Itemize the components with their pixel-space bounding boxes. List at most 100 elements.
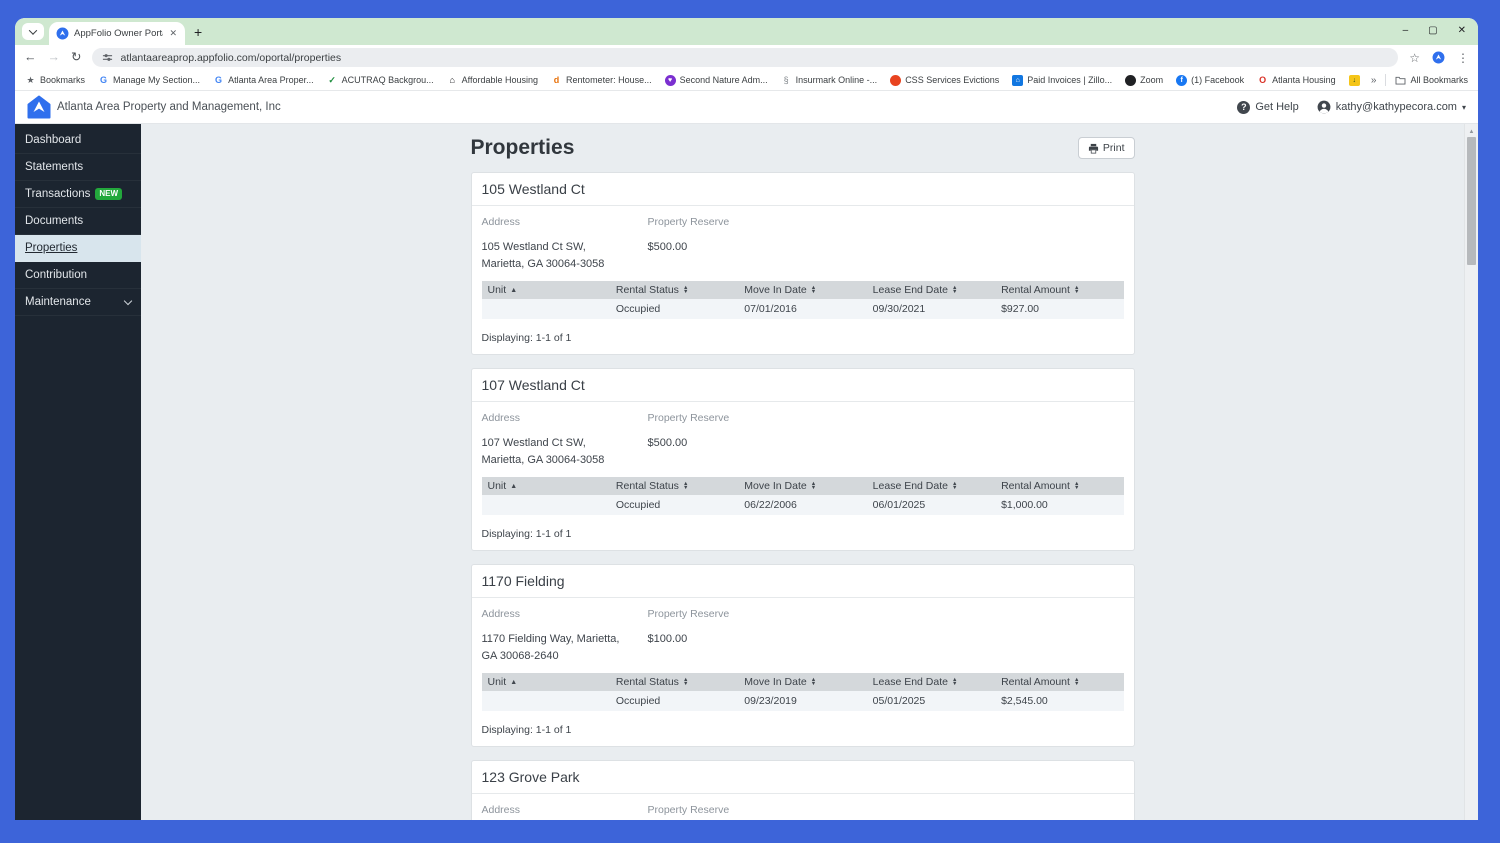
column-header-label: Unit	[487, 284, 507, 297]
minimize-button[interactable]: –	[1403, 25, 1409, 37]
column-header-lease-end-date[interactable]: Lease End Date ▲ ▼	[866, 477, 996, 496]
column-header-move-in-date[interactable]: Move In Date ▲ ▼	[738, 673, 867, 692]
column-header-unit[interactable]: Unit ▲	[481, 477, 610, 496]
close-button[interactable]: ✕	[1458, 25, 1466, 37]
bookmark-zoom[interactable]: Zoom	[1125, 74, 1163, 86]
printer-icon	[1088, 143, 1098, 153]
reload-button[interactable]: ↻	[71, 51, 81, 64]
scrollbar-up-arrow[interactable]: ▲	[1469, 124, 1475, 137]
column-header-rental-status[interactable]: Rental Status ▲ ▼	[609, 673, 739, 692]
site-settings-icon[interactable]	[102, 52, 113, 63]
column-header-label: Unit	[487, 676, 507, 689]
column-header-rental-amount[interactable]: Rental Amount ▲ ▼	[995, 673, 1124, 692]
header-actions: ? Get Help kathy@kathypecora.com ▾	[1237, 100, 1466, 114]
page-content: Properties Print 105 Westland Ct Address 1…	[141, 124, 1464, 820]
docusign-login-favicon: ↓	[1348, 74, 1360, 86]
appfolio-logo	[27, 95, 51, 119]
column-header-inner: Rental Status ▲ ▼	[616, 676, 732, 688]
tab-close-icon[interactable]: ✕	[168, 28, 178, 39]
column-header-rental-amount[interactable]: Rental Amount ▲ ▼	[995, 281, 1124, 300]
new-tab-button[interactable]: +	[194, 25, 202, 39]
bookmark-bookmarks[interactable]: ★ Bookmarks	[25, 75, 85, 86]
new-badge: NEW	[95, 188, 123, 200]
page-scrollbar[interactable]: ▲	[1464, 124, 1478, 820]
scrollbar-thumb[interactable]	[1467, 137, 1476, 265]
bookmark-docusign-login[interactable]: ↓DocuSign Login - E...	[1348, 74, 1363, 86]
column-header-unit[interactable]: Unit ▲	[481, 673, 610, 692]
bookmark-atlanta-housing[interactable]: O Atlanta Housing	[1257, 75, 1336, 86]
address-label: Address	[481, 608, 521, 621]
forward-button[interactable]: →	[48, 51, 61, 64]
user-menu[interactable]: kathy@kathypecora.com ▾	[1317, 100, 1466, 114]
rental-amount-cell: $1,000.00	[995, 495, 1124, 516]
column-header-inner: Unit ▲	[488, 676, 604, 688]
property-name: 123 Grove Park	[471, 761, 1134, 795]
bookmark-acutraq-background[interactable]: ✓ ACUTRAQ Backgrou...	[327, 75, 433, 86]
bookmark-rentometer[interactable]: d Rentometer: House...	[551, 75, 652, 86]
restore-button[interactable]: ▢	[1428, 25, 1437, 37]
print-label: Print	[1102, 142, 1125, 154]
browser-menu-icon[interactable]: ⋮	[1457, 51, 1469, 65]
paid-invoices-zillow-favicon: ⌂	[1012, 74, 1024, 86]
address-block: Address 105 Westland Ct SW, Marietta, GA …	[482, 216, 648, 273]
column-header-inner: Rental Amount ▲ ▼	[1001, 284, 1117, 296]
sort-down-glyph: ▼	[1073, 485, 1080, 492]
units-table: Unit ▲ Rental Status ▲ ▼ Move In Date ▲ ▼ Lease …	[481, 673, 1124, 712]
sort-down-glyph: ▼	[682, 289, 689, 296]
column-header-move-in-date[interactable]: Move In Date ▲ ▼	[738, 477, 867, 496]
get-help-label: Get Help	[1255, 101, 1299, 113]
sidebar-item-properties[interactable]: Properties	[15, 235, 141, 262]
column-header-rental-status[interactable]: Rental Status ▲ ▼	[609, 281, 739, 300]
sidebar-item-label: Transactions	[25, 188, 91, 200]
sidebar-item-documents[interactable]: Documents	[15, 208, 141, 235]
back-button[interactable]: ←	[24, 51, 37, 64]
property-card-body: Address123 Grove Park Ave, Dallas, GA 30…	[472, 794, 1134, 820]
all-bookmarks[interactable]: All Bookmarks	[1395, 75, 1468, 85]
sort-down-glyph: ▼	[951, 485, 958, 492]
rental-status-cell: Occupied	[609, 691, 739, 712]
unit-row: Occupied 06/22/2006 06/01/2025 $1,000.00	[481, 495, 1124, 516]
address-block: Address123 Grove Park Ave, Dallas, GA 30…	[482, 804, 648, 820]
browser-tab[interactable]: AppFolio Owner Portal | Proper ✕	[49, 22, 185, 45]
profile-avatar[interactable]	[1432, 51, 1445, 64]
tab-search-button[interactable]	[22, 23, 44, 40]
sort-icon: ▲ ▼	[811, 677, 816, 687]
bookmark-manage-my-section[interactable]: G Manage My Section...	[98, 75, 200, 86]
bookmarks-overflow-icon[interactable]: »	[1371, 75, 1377, 86]
tab-strip: AppFolio Owner Portal | Proper ✕ + – ▢ ✕	[15, 18, 1478, 45]
sidebar-item-contribution[interactable]: Contribution	[15, 262, 141, 289]
page-title: Properties	[470, 136, 575, 159]
column-header-inner: Move In Date ▲ ▼	[744, 480, 860, 492]
bookmark-paid-invoices-zillow[interactable]: ⌂ Paid Invoices | Zillo...	[1012, 74, 1112, 86]
column-header-inner: Move In Date ▲ ▼	[744, 676, 860, 688]
sidebar-item-statements[interactable]: Statements	[15, 154, 141, 181]
column-header-lease-end-date[interactable]: Lease End Date ▲ ▼	[866, 673, 996, 692]
bookmark-second-nature[interactable]: ♥ Second Nature Adm...	[664, 74, 768, 86]
address-bar[interactable]: atlantaareaprop.appfolio.com/oportal/pro…	[92, 48, 1399, 67]
column-header-unit[interactable]: Unit ▲	[481, 281, 610, 300]
property-card: 1170 Fielding Address 1170 Fielding Way, M…	[470, 564, 1135, 748]
column-header-inner: Rental Status ▲ ▼	[616, 284, 732, 296]
lease-end-date-cell: 05/01/2025	[866, 691, 996, 712]
sidebar-item-transactions[interactable]: Transactions NEW	[15, 181, 141, 208]
bookmark-css-services-evictions[interactable]: CSS Services Evictions	[890, 74, 999, 86]
column-header-lease-end-date[interactable]: Lease End Date ▲ ▼	[866, 281, 996, 300]
bookmark-star-icon[interactable]: ☆	[1409, 51, 1420, 65]
bookmark-atlanta-area-properties[interactable]: G Atlanta Area Proper...	[213, 75, 314, 86]
sidebar-item-dashboard[interactable]: Dashboard	[15, 127, 141, 154]
bookmark-facebook[interactable]: f (1) Facebook	[1176, 74, 1244, 86]
sidebar-item-maintenance[interactable]: Maintenance	[15, 289, 141, 316]
get-help-link[interactable]: ? Get Help	[1237, 100, 1299, 114]
column-header-move-in-date[interactable]: Move In Date ▲ ▼	[738, 281, 867, 300]
browser-window: AppFolio Owner Portal | Proper ✕ + – ▢ ✕…	[15, 18, 1478, 820]
column-header-rental-amount[interactable]: Rental Amount ▲ ▼	[995, 477, 1124, 496]
print-button[interactable]: Print	[1077, 137, 1135, 159]
property-card-body: Address 107 Westland Ct SW, Marietta, GA …	[472, 402, 1134, 550]
rentometer-favicon: d	[553, 74, 560, 85]
column-header-rental-status[interactable]: Rental Status ▲ ▼	[609, 477, 739, 496]
bookmark-insurmark[interactable]: § Insurmark Online -...	[781, 75, 878, 86]
displaying-count: Displaying: 1-1 of 1	[481, 528, 572, 541]
bookmark-affordable-housing[interactable]: ⌂ Affordable Housing	[447, 75, 538, 86]
move-in-date-cell: 07/01/2016	[738, 299, 867, 320]
column-header-inner: Rental Amount ▲ ▼	[1001, 480, 1117, 492]
